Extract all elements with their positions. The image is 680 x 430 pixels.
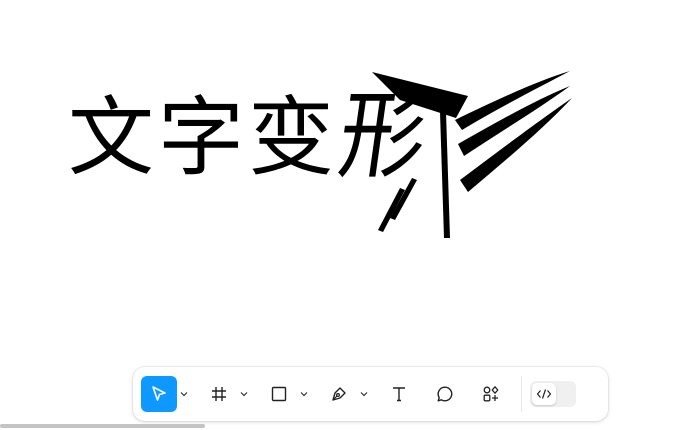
chevron-down-icon [300,392,308,397]
speech-bubble-icon [437,386,453,402]
move-tool-menu-caret[interactable] [177,376,191,412]
hash-frame-icon [212,387,226,401]
shapes-plus-icon [483,386,499,402]
resources-tool-button[interactable] [473,376,509,412]
rectangle-icon [271,386,287,402]
frame-tool-button[interactable] [201,376,237,412]
text-artwork[interactable]: 文字变形 [60,68,580,243]
comment-tool-button[interactable] [427,376,463,412]
toolbar-divider [521,376,522,412]
artwork-glyph-4: 形 [332,80,438,193]
frame-tool-group [201,376,251,412]
pen-tool-group [321,376,371,412]
shape-tool-button[interactable] [261,376,297,412]
warp-downstroke [440,112,450,238]
comment-tool-group [427,376,463,412]
warp-stroke-3 [460,98,572,192]
move-tool-group [141,376,191,412]
text-tool-button[interactable] [381,376,417,412]
pen-tool-menu-caret[interactable] [357,376,371,412]
pen-tool-button[interactable] [321,376,357,412]
text-tool-group [381,376,417,412]
horizontal-scrollbar[interactable] [0,424,205,428]
move-tool-button[interactable] [141,376,177,412]
artwork-text: 文字变形 [68,78,438,198]
warp-stroke-1 [455,71,570,130]
pen-icon [332,387,346,401]
text-t-icon [393,387,405,402]
chevron-down-icon [360,392,368,397]
frame-tool-menu-caret[interactable] [237,376,251,412]
artwork-glyph-1: 文 [68,88,158,188]
cursor-arrow-icon [152,386,166,401]
dev-mode-knob [532,383,556,405]
code-brackets-icon [536,389,552,399]
design-canvas[interactable]: 文字变形 [0,0,680,430]
bottom-toolbar [133,367,608,421]
warp-stroke-2 [458,86,570,156]
dev-mode-toggle[interactable] [530,381,576,407]
shape-tool-group [261,376,311,412]
chevron-down-icon [240,392,248,397]
chevron-down-icon [180,392,188,397]
resources-tool-group [473,376,509,412]
artwork-glyph-3: 变 [248,88,338,188]
artwork-glyph-2: 字 [158,88,248,188]
shape-tool-menu-caret[interactable] [297,376,311,412]
